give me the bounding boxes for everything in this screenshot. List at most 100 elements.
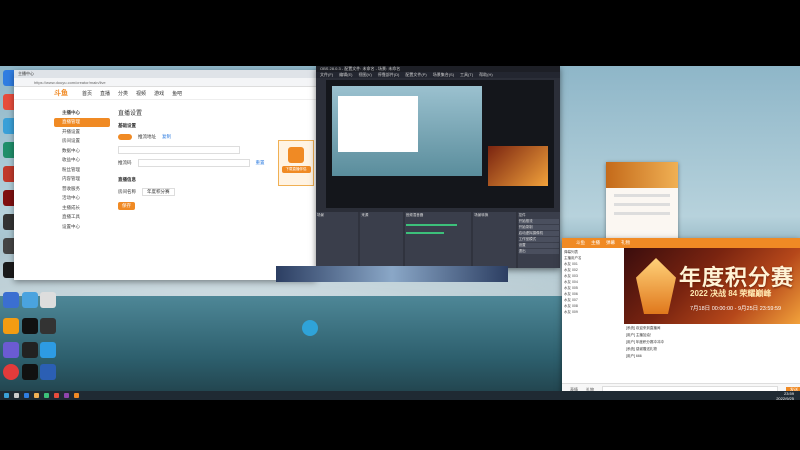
card-line — [614, 212, 670, 215]
sidebar-item[interactable]: 内容管理 — [54, 175, 110, 185]
app-icon[interactable] — [40, 364, 56, 380]
app-icon[interactable] — [22, 292, 38, 308]
app-icon[interactable] — [40, 292, 56, 308]
copy-link[interactable]: 复制 — [162, 134, 171, 140]
sidebar-item[interactable]: 数据中心 — [54, 146, 110, 156]
mixer-dock[interactable]: 音频混音器 — [404, 212, 472, 268]
message-list: [系统] 欢迎来到直播间 [用户] 主播加油！ [用户] 年度积分赛冲冲冲 [系… — [626, 326, 796, 361]
header-tab[interactable]: 弹幕 — [606, 240, 615, 246]
key-field[interactable] — [137, 159, 250, 167]
toggle-switch[interactable] — [118, 134, 132, 140]
preview-banner — [488, 146, 548, 186]
browser-tab[interactable]: 主播中心 — [14, 70, 316, 78]
sidebar-item[interactable]: 直播工具 — [54, 213, 110, 223]
nav-item[interactable]: 游戏 — [154, 90, 164, 97]
promo-image — [288, 147, 304, 163]
page-title: 直播设置 — [118, 111, 143, 117]
exit-button[interactable]: 退出 — [518, 249, 560, 254]
list-item[interactable]: 水友 009 — [564, 310, 622, 316]
sidebar-item[interactable]: 开播设置 — [54, 127, 110, 137]
taskbar-app-icon[interactable] — [44, 393, 49, 398]
profile-card — [606, 162, 678, 240]
obs-docks: 场景 来源 音频混音器 场景转换 控件 开始推流 开始录制 启动虚拟摄像机 工作… — [316, 212, 560, 268]
user-list: 弹幕列表 主播用户名 水友 001 水友 002 水友 003 水友 004 水… — [564, 250, 622, 316]
header-tab[interactable]: 礼物 — [621, 240, 630, 246]
app-icon[interactable] — [22, 342, 38, 358]
sidebar-item[interactable]: 活动中心 — [54, 194, 110, 204]
app-icon[interactable] — [3, 342, 19, 358]
app-icon[interactable] — [40, 342, 56, 358]
app-icon[interactable] — [3, 292, 19, 308]
menu-item[interactable]: 配置文件(P) — [405, 72, 426, 78]
download-button[interactable]: 下载直播伴侣 — [281, 166, 311, 173]
rtmp-field[interactable] — [118, 146, 240, 154]
trophy-icon — [636, 258, 676, 314]
section-heading: 基础设置 — [118, 123, 136, 128]
studio-mode-button[interactable]: 工作室模式 — [518, 237, 560, 242]
sidebar-item-active[interactable]: 直播管理 — [54, 117, 110, 127]
reset-link[interactable]: 重置 — [256, 160, 265, 166]
start-icon[interactable] — [4, 393, 9, 398]
taskbar-app-icon[interactable] — [64, 393, 69, 398]
header-tab[interactable]: 主播 — [591, 240, 600, 246]
sidebar-item[interactable]: 主播成长 — [54, 203, 110, 213]
nav-item[interactable]: 分类 — [118, 90, 128, 97]
sidebar-item[interactable]: 主播中心 — [54, 108, 110, 118]
sidebar-item[interactable]: 营收服务 — [54, 184, 110, 194]
app-icon[interactable] — [3, 364, 19, 380]
site-nav: 斗鱼 首页 直播 分类 视频 游戏 鱼吧 — [14, 87, 316, 100]
nav-item[interactable]: 视频 — [136, 90, 146, 97]
event-banner[interactable]: 年度积分赛 2022 决战 84 荣耀巅峰 7月18日 00:00:00 - 9… — [624, 248, 800, 324]
transitions-dock[interactable]: 场景转换 — [473, 212, 516, 268]
app-icon[interactable] — [3, 318, 19, 334]
start-record-button[interactable]: 开始录制 — [518, 225, 560, 230]
address-bar[interactable]: https://www.douyu.com/creator/main/live — [14, 78, 316, 87]
obs-window: OBS 28.0.3 - 配置文件: 未命名 - 场景: 未命名 文件(F) 编… — [316, 66, 560, 268]
menu-item[interactable]: 编辑(E) — [339, 72, 352, 78]
clock-date: 2022/9/25 — [776, 395, 794, 401]
app-icon[interactable] — [40, 318, 56, 334]
app-icon[interactable] — [22, 318, 38, 334]
taskbar-app-icon[interactable] — [24, 393, 29, 398]
header-tab[interactable]: 斗鱼 — [576, 240, 585, 246]
banner-subtitle: 2022 决战 84 荣耀巅峰 — [690, 289, 772, 298]
sidebar-item[interactable]: 粉丝管理 — [54, 165, 110, 175]
sidebar-item[interactable]: 收益中心 — [54, 156, 110, 166]
promo-card: 下载直播伴侣 — [278, 140, 314, 186]
app-icon[interactable] — [22, 364, 38, 380]
nav-item[interactable]: 鱼吧 — [172, 90, 182, 97]
menu-item[interactable]: 帮助(H) — [479, 72, 493, 78]
room-input[interactable]: 年度积分赛 — [142, 188, 175, 196]
taskbar-app-icon[interactable] — [74, 393, 79, 398]
menu-item[interactable]: 视图(V) — [358, 72, 371, 78]
search-icon[interactable] — [14, 393, 19, 398]
room-label: 房间名称 — [118, 189, 136, 194]
card-line — [614, 203, 670, 206]
menu-item[interactable]: 文件(F) — [320, 72, 333, 78]
chat-message: [系统] 感谢赠送礼物 — [626, 347, 657, 351]
obs-preview[interactable] — [326, 80, 554, 208]
obs-menu: 文件(F) 编辑(E) 视图(V) 停靠部件(D) 配置文件(P) 场景集合(S… — [316, 72, 560, 78]
controls-dock: 控件 开始推流 开始录制 启动虚拟摄像机 工作室模式 设置 退出 — [517, 212, 560, 268]
menu-item[interactable]: 场景集合(S) — [433, 72, 454, 78]
chat-window: 斗鱼 主播 弹幕 礼物 弹幕列表 主播用户名 水友 001 水友 002 水友 … — [562, 238, 800, 396]
edge-icon[interactable] — [302, 320, 318, 336]
taskbar-app-icon[interactable] — [34, 393, 39, 398]
settings-button[interactable]: 设置 — [518, 243, 560, 248]
sidebar-item[interactable]: 设置中心 — [54, 222, 110, 232]
nav-item[interactable]: 首页 — [82, 90, 92, 97]
menu-item[interactable]: 工具(T) — [460, 72, 473, 78]
taskbar-app-icon[interactable] — [54, 393, 59, 398]
scenes-dock[interactable]: 场景 — [316, 212, 359, 268]
save-button[interactable]: 保存 — [118, 202, 135, 210]
sources-dock[interactable]: 来源 — [360, 212, 403, 268]
site-logo[interactable]: 斗鱼 — [54, 88, 68, 98]
sidebar-item[interactable]: 房间设置 — [54, 137, 110, 147]
system-clock[interactable]: 23:59 2022/9/25 — [776, 391, 794, 401]
dock-title: 来源 — [361, 213, 369, 217]
start-stream-button[interactable]: 开始推流 — [518, 219, 560, 224]
nav-item[interactable]: 直播 — [100, 90, 110, 97]
preview-browser — [338, 96, 418, 152]
virtual-cam-button[interactable]: 启动虚拟摄像机 — [518, 231, 560, 236]
menu-item[interactable]: 停靠部件(D) — [378, 72, 400, 78]
